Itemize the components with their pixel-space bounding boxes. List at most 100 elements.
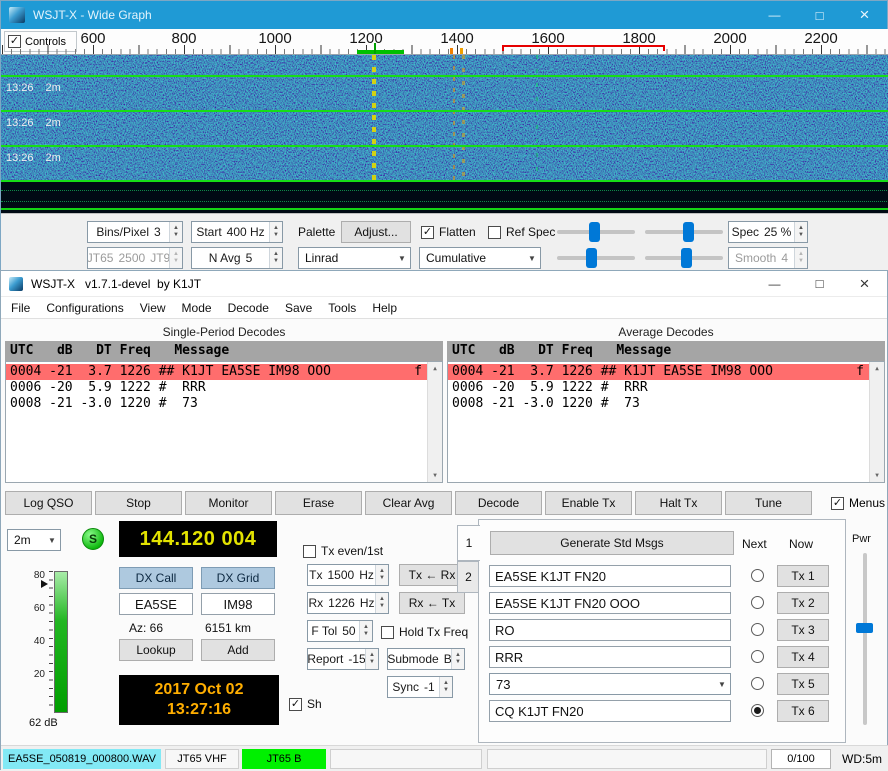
decode-row[interactable]: 0006 -20 5.9 1222 # RRR bbox=[6, 380, 442, 396]
gain2-slider[interactable] bbox=[557, 247, 635, 269]
tx6-message-field[interactable]: CQ K1JT FN20 bbox=[489, 700, 731, 722]
spin-down-icon[interactable]: ▼ bbox=[379, 603, 385, 610]
stop-button[interactable]: Stop bbox=[95, 491, 182, 515]
gain-slider[interactable] bbox=[557, 221, 635, 243]
sh-checkbox[interactable]: ✓ Sh bbox=[289, 696, 322, 712]
minimize-icon[interactable]: — bbox=[752, 271, 797, 296]
halt-tx-button[interactable]: Halt Tx bbox=[635, 491, 722, 515]
spec-percent-spinbox[interactable]: Spec25 % ▲▼ bbox=[728, 221, 808, 243]
slider-handle[interactable] bbox=[586, 248, 597, 268]
scroll-up-icon[interactable]: ▲ bbox=[875, 365, 879, 372]
adjust-button[interactable]: Adjust... bbox=[341, 221, 411, 243]
decode-row[interactable]: 0004 -21 3.7 1226 ## K1JT EA5SE IM98 OOO… bbox=[448, 364, 884, 380]
erase-button[interactable]: Erase bbox=[275, 491, 362, 515]
close-icon[interactable]: × bbox=[842, 271, 887, 296]
menu-save[interactable]: Save bbox=[277, 301, 320, 315]
spin-up-icon[interactable]: ▲ bbox=[273, 251, 279, 258]
decode-button[interactable]: Decode bbox=[455, 491, 542, 515]
tx5-next-radio[interactable] bbox=[751, 677, 764, 690]
tx4-message-field[interactable]: RRR bbox=[489, 646, 731, 668]
menus-checkbox[interactable]: ✓ Menus bbox=[815, 491, 885, 515]
decode-row[interactable]: 0008 -21 -3.0 1220 # 73 bbox=[6, 396, 442, 412]
ref-spec-checkbox[interactable]: Ref Spec bbox=[488, 224, 555, 240]
tx1-message-field[interactable]: EA5SE K1JT FN20 bbox=[489, 565, 731, 587]
menu-mode[interactable]: Mode bbox=[174, 301, 220, 315]
tab-2[interactable]: 2 bbox=[457, 561, 480, 593]
ftol-spinbox[interactable]: F Tol50 ▲▼ bbox=[307, 620, 373, 642]
palette-combobox[interactable]: Linrad ▼ bbox=[298, 247, 411, 269]
zero2-slider[interactable] bbox=[645, 247, 723, 269]
clear-avg-button[interactable]: Clear Avg bbox=[365, 491, 452, 515]
lookup-button[interactable]: Lookup bbox=[119, 639, 193, 661]
spin-down-icon[interactable]: ▼ bbox=[369, 659, 375, 666]
spin-up-icon[interactable]: ▲ bbox=[379, 568, 385, 575]
sync-spinbox[interactable]: Sync-1 ▲▼ bbox=[387, 676, 453, 698]
spin-up-icon[interactable]: ▲ bbox=[379, 596, 385, 603]
tx6-now-button[interactable]: Tx 6 bbox=[777, 700, 829, 722]
close-icon[interactable]: × bbox=[842, 1, 887, 29]
start-freq-spinbox[interactable]: Start400 Hz ▲▼ bbox=[191, 221, 283, 243]
band-combobox[interactable]: 2m ▼ bbox=[7, 529, 61, 551]
monitor-button[interactable]: Monitor bbox=[185, 491, 272, 515]
spin-up-icon[interactable]: ▲ bbox=[798, 225, 804, 232]
menu-view[interactable]: View bbox=[132, 301, 174, 315]
tx3-message-field[interactable]: RO bbox=[489, 619, 731, 641]
rx-from-tx-button[interactable]: Rx ← Tx bbox=[399, 592, 465, 614]
menu-decode[interactable]: Decode bbox=[220, 301, 277, 315]
spin-down-icon[interactable]: ▼ bbox=[173, 232, 179, 239]
hold-tx-freq-checkbox[interactable]: Hold Tx Freq bbox=[381, 624, 468, 640]
rx-freq-spinbox[interactable]: Rx1226Hz ▲▼ bbox=[307, 592, 389, 614]
enable-tx-button[interactable]: Enable Tx bbox=[545, 491, 632, 515]
scrollbar[interactable]: ▲▼ bbox=[869, 362, 884, 482]
menu-configurations[interactable]: Configurations bbox=[38, 301, 131, 315]
tx1-now-button[interactable]: Tx 1 bbox=[777, 565, 829, 587]
tx6-next-radio[interactable] bbox=[751, 704, 764, 717]
slider-handle[interactable] bbox=[683, 222, 694, 242]
minimize-icon[interactable]: — bbox=[752, 1, 797, 29]
tx2-now-button[interactable]: Tx 2 bbox=[777, 592, 829, 614]
spin-down-icon[interactable]: ▼ bbox=[273, 232, 279, 239]
dx-grid-field[interactable]: IM98 bbox=[201, 593, 275, 615]
waterfall-display[interactable]: 13:262m 13:262m 13:262m bbox=[1, 55, 888, 213]
bins-pixel-spinbox[interactable]: Bins/Pixel3 ▲▼ bbox=[87, 221, 183, 243]
tx4-now-button[interactable]: Tx 4 bbox=[777, 646, 829, 668]
tx2-message-field[interactable]: EA5SE K1JT FN20 OOO bbox=[489, 592, 731, 614]
spin-up-icon[interactable]: ▲ bbox=[443, 680, 449, 687]
scroll-down-icon[interactable]: ▼ bbox=[875, 472, 879, 479]
display-mode-combobox[interactable]: Cumulative ▼ bbox=[419, 247, 541, 269]
spin-down-icon[interactable]: ▼ bbox=[273, 258, 279, 265]
slider-handle[interactable] bbox=[589, 222, 600, 242]
spin-down-icon[interactable]: ▼ bbox=[443, 687, 449, 694]
decode-row[interactable]: 0006 -20 5.9 1222 # RRR bbox=[448, 380, 884, 396]
flatten-checkbox[interactable]: ✓ Flatten bbox=[421, 224, 476, 240]
dx-call-field[interactable]: EA5SE bbox=[119, 593, 193, 615]
tab-1[interactable]: 1 bbox=[457, 525, 480, 561]
scrollbar[interactable]: ▲▼ bbox=[427, 362, 442, 482]
menu-file[interactable]: File bbox=[3, 301, 38, 315]
spin-down-icon[interactable]: ▼ bbox=[363, 631, 369, 638]
pwr-slider-handle[interactable] bbox=[856, 623, 873, 633]
scroll-down-icon[interactable]: ▼ bbox=[433, 472, 437, 479]
spin-up-icon[interactable]: ▲ bbox=[363, 624, 369, 631]
spin-down-icon[interactable]: ▼ bbox=[379, 575, 385, 582]
spin-down-icon[interactable]: ▼ bbox=[455, 659, 461, 666]
tx2-next-radio[interactable] bbox=[751, 596, 764, 609]
log-qso-button[interactable]: Log QSO bbox=[5, 491, 92, 515]
decode-row[interactable]: 0008 -21 -3.0 1220 # 73 bbox=[448, 396, 884, 412]
spin-up-icon[interactable]: ▲ bbox=[273, 225, 279, 232]
generate-std-msgs-button[interactable]: Generate Std Msgs bbox=[490, 531, 734, 555]
tune-button[interactable]: Tune bbox=[725, 491, 812, 515]
maximize-icon[interactable]: □ bbox=[797, 271, 842, 296]
scroll-up-icon[interactable]: ▲ bbox=[433, 365, 437, 372]
tx3-now-button[interactable]: Tx 3 bbox=[777, 619, 829, 641]
tx3-next-radio[interactable] bbox=[751, 623, 764, 636]
spin-up-icon[interactable]: ▲ bbox=[369, 652, 375, 659]
spin-up-icon[interactable]: ▲ bbox=[455, 652, 461, 659]
slider-handle[interactable] bbox=[681, 248, 692, 268]
zero-slider[interactable] bbox=[645, 221, 723, 243]
dx-grid-button[interactable]: DX Grid bbox=[201, 567, 275, 589]
tx5-now-button[interactable]: Tx 5 bbox=[777, 673, 829, 695]
tx-from-rx-button[interactable]: Tx ← Rx bbox=[399, 564, 465, 586]
tx-even-checkbox[interactable]: Tx even/1st bbox=[303, 543, 383, 559]
report-spinbox[interactable]: Report-15 ▲▼ bbox=[307, 648, 379, 670]
